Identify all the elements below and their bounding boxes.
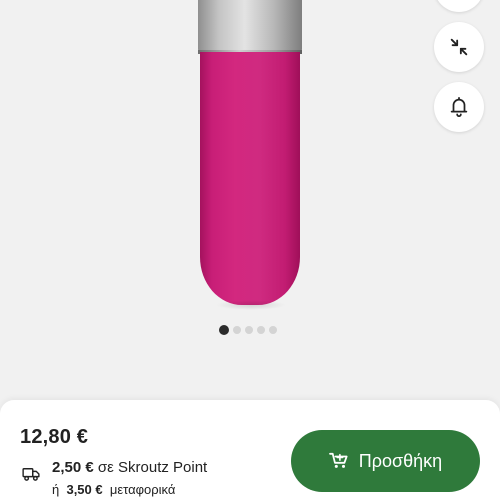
bell-icon xyxy=(450,96,468,118)
pager-dot[interactable] xyxy=(257,326,265,334)
product-gallery[interactable] xyxy=(0,0,500,400)
shipping-alt-price: 3,50 € xyxy=(66,482,103,497)
product-cap xyxy=(198,0,302,54)
pager-dot[interactable] xyxy=(233,326,241,334)
purchase-bar: 12,80 € 2,50 € σε Skroutz Point ή 3,50 €… xyxy=(0,400,500,500)
add-to-cart-button[interactable]: Προσθήκη xyxy=(291,430,480,492)
product-body xyxy=(200,52,300,305)
pager-dot[interactable] xyxy=(245,326,253,334)
more-button[interactable] xyxy=(434,0,484,12)
shipping-point-price: 2,50 € xyxy=(52,459,94,476)
shipping-point-text: σε Skroutz Point xyxy=(97,459,208,476)
add-to-cart-label: Προσθήκη xyxy=(358,450,443,471)
shipping-alt-info: ή 3,50 € μεταφορικά xyxy=(52,482,175,497)
collapse-icon xyxy=(450,38,468,56)
delivery-truck-icon xyxy=(22,468,40,481)
pager-dot-active[interactable] xyxy=(219,325,229,335)
price-alert-button[interactable] xyxy=(434,82,484,132)
product-price: 12,80 € xyxy=(20,426,89,448)
shipping-alt-prefix: ή xyxy=(52,482,60,497)
product-image xyxy=(196,0,306,310)
shipping-point-info: 2,50 € σε Skroutz Point xyxy=(52,459,207,476)
collapse-button[interactable] xyxy=(434,22,484,72)
image-pager[interactable] xyxy=(219,325,277,335)
add-to-cart-icon xyxy=(328,452,348,468)
pager-dot[interactable] xyxy=(269,326,277,334)
shipping-alt-text: μεταφορικά xyxy=(109,482,176,497)
